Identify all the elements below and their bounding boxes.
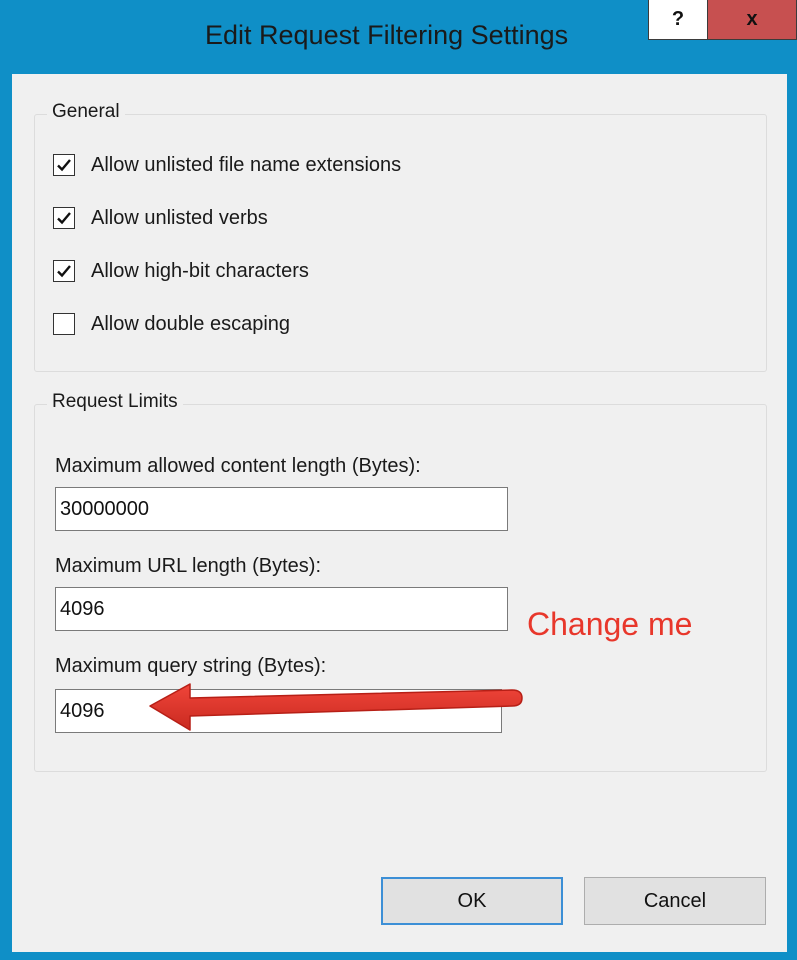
content-length-input[interactable] bbox=[55, 487, 508, 531]
checkbox-row-unlisted-verbs[interactable]: Allow unlisted verbs bbox=[53, 204, 268, 232]
content-length-label: Maximum allowed content length (Bytes): bbox=[55, 455, 421, 477]
dialog-title: Edit Request Filtering Settings bbox=[205, 20, 569, 50]
dialog-window: Edit Request Filtering Settings ? x Gene… bbox=[0, 0, 797, 960]
query-string-input[interactable] bbox=[55, 689, 502, 733]
checkbox-label: Allow double escaping bbox=[91, 312, 291, 335]
checkbox-row-double-escaping[interactable]: Allow double escaping bbox=[53, 310, 290, 338]
checkbox-label: Allow unlisted verbs bbox=[91, 206, 268, 229]
checkmark-icon bbox=[57, 212, 71, 225]
help-button[interactable]: ? bbox=[648, 0, 708, 40]
title-bar[interactable]: Edit Request Filtering Settings ? x bbox=[0, 0, 797, 72]
ok-button[interactable]: OK bbox=[381, 877, 563, 925]
request-limits-group-label: Request Limits bbox=[47, 391, 183, 413]
checkbox-double-escaping[interactable] bbox=[53, 313, 75, 335]
checkbox-unlisted-verbs[interactable] bbox=[53, 207, 75, 229]
checkbox-row-unlisted-extensions[interactable]: Allow unlisted file name extensions bbox=[53, 151, 401, 179]
checkbox-label: Allow unlisted file name extensions bbox=[91, 153, 402, 176]
annotation-change-me: Change me bbox=[527, 606, 693, 642]
checkmark-icon bbox=[57, 159, 71, 172]
general-group-label: General bbox=[47, 101, 125, 123]
checkbox-high-bit[interactable] bbox=[53, 260, 75, 282]
close-button[interactable]: x bbox=[708, 0, 797, 40]
general-groupbox: General Allow unlisted file name extensi… bbox=[34, 101, 767, 372]
checkbox-row-high-bit[interactable]: Allow high-bit characters bbox=[53, 257, 309, 285]
checkbox-unlisted-extensions[interactable] bbox=[53, 154, 75, 176]
url-length-input[interactable] bbox=[55, 587, 508, 631]
dialog-body: General Allow unlisted file name extensi… bbox=[12, 74, 787, 952]
checkbox-label: Allow high-bit characters bbox=[91, 259, 309, 282]
request-limits-groupbox: Request Limits Maximum allowed content l… bbox=[34, 391, 767, 772]
query-string-label: Maximum query string (Bytes): bbox=[55, 655, 327, 677]
cancel-button[interactable]: Cancel bbox=[584, 877, 766, 925]
checkmark-icon bbox=[57, 265, 71, 278]
url-length-label: Maximum URL length (Bytes): bbox=[55, 555, 321, 577]
